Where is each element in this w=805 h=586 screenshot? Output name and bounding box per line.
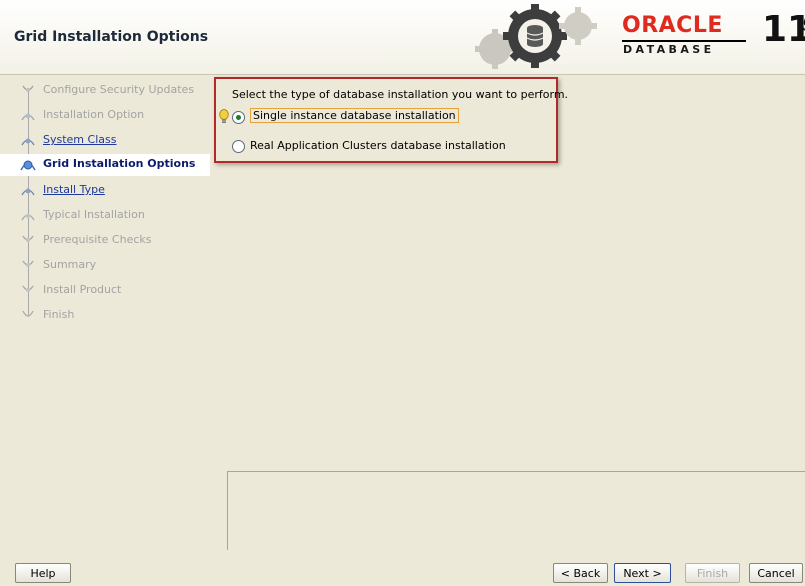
database-wordmark: DATABASE — [623, 43, 715, 56]
instruction-text: Select the type of database installation… — [232, 88, 569, 101]
step-link-label[interactable]: Install Type — [43, 183, 105, 196]
step-label: Prerequisite Checks — [43, 233, 152, 246]
step-label: Install Product — [43, 283, 122, 296]
step-label: Finish — [43, 308, 75, 321]
cancel-button[interactable]: Cancel — [749, 563, 803, 583]
help-button[interactable]: Help — [15, 563, 71, 583]
step-link-label[interactable]: System Class — [43, 133, 116, 146]
page-title: Grid Installation Options — [14, 29, 209, 45]
step-pending-icon — [21, 214, 35, 221]
lightbulb-icon — [219, 109, 229, 123]
rac-radio[interactable] — [232, 140, 245, 153]
step-pending-icon — [22, 85, 34, 92]
step-install-product: Install Product — [0, 280, 210, 302]
message-panel — [227, 471, 805, 550]
step-label: Installation Option — [43, 108, 145, 121]
step-typical-installation: Typical Installation — [0, 205, 210, 227]
version-number: 11 — [762, 9, 805, 50]
single-instance-option[interactable]: Single instance database installation — [232, 108, 532, 128]
step-label: Configure Security Updates — [43, 83, 195, 96]
steps-sidebar: Configure Security Updates Installation … — [0, 75, 212, 550]
step-visited-icon — [21, 188, 35, 196]
single-instance-radio[interactable] — [232, 111, 245, 124]
oracle-wordmark: ORACLE — [622, 13, 723, 38]
step-finish: Finish — [0, 305, 210, 327]
step-install-type[interactable]: Install Type — [0, 180, 210, 202]
step-label: Summary — [43, 258, 97, 271]
step-grid-installation-options: Grid Installation Options — [0, 154, 210, 176]
step-current-icon — [20, 160, 36, 171]
installation-type-group: Select the type of database installation… — [214, 77, 568, 163]
step-prerequisite-checks: Prerequisite Checks — [0, 230, 210, 252]
step-system-class[interactable]: System Class — [0, 130, 210, 152]
step-visited-icon — [21, 138, 35, 146]
header-banner: Grid Installation Options ORACLE DATABAS… — [0, 0, 805, 75]
single-instance-label[interactable]: Single instance database installation — [250, 108, 459, 123]
finish-button[interactable]: Finish — [685, 563, 740, 583]
rac-label[interactable]: Real Application Clusters database insta… — [250, 139, 506, 152]
main-content: Select the type of database installation… — [212, 75, 805, 550]
step-pending-icon — [22, 285, 34, 292]
rac-option[interactable]: Real Application Clusters database insta… — [232, 137, 552, 157]
step-pending-icon — [22, 235, 34, 242]
next-button[interactable]: Next > — [614, 563, 671, 583]
step-configure-security-updates: Configure Security Updates — [0, 80, 210, 102]
step-installation-option: Installation Option — [0, 105, 210, 127]
step-current-label: Grid Installation Options — [43, 157, 196, 170]
logo-underline — [622, 40, 746, 42]
gears-graphic — [475, 4, 597, 69]
step-label: Typical Installation — [43, 208, 145, 221]
back-button[interactable]: < Back — [553, 563, 608, 583]
step-done-icon — [21, 113, 35, 121]
step-pending-icon — [22, 260, 34, 267]
step-summary: Summary — [0, 255, 210, 277]
step-end-icon — [22, 310, 34, 317]
